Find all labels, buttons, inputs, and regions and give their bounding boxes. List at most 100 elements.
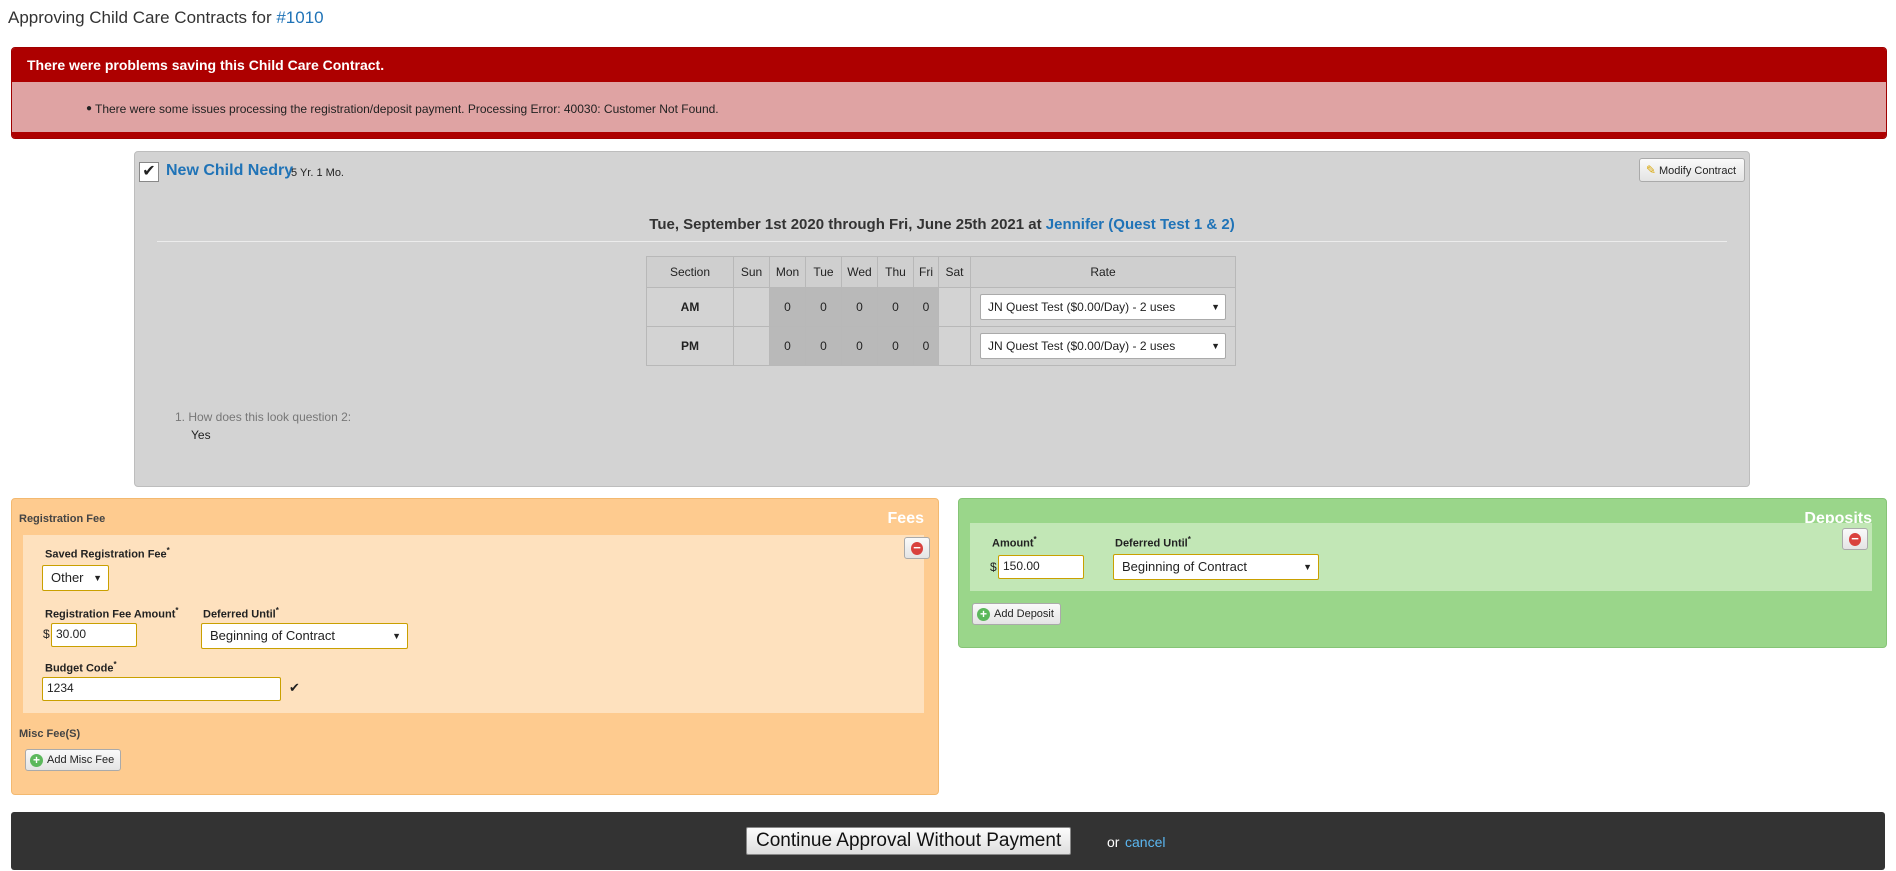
error-message-list: ● There were some issues processing the … <box>12 82 1886 116</box>
day-cell: 0 <box>913 326 939 366</box>
required-mark: * <box>1033 535 1037 544</box>
fees-panel: Fees Registration Fee Saved Registration… <box>11 498 939 795</box>
fee-deferred-label: Deferred Until* <box>203 606 279 621</box>
child-name-link[interactable]: New Child Nedry <box>166 162 293 180</box>
saved-fee-select[interactable]: Other ▼ <box>42 565 109 591</box>
fee-amount-label: Registration Fee Amount* <box>45 606 179 621</box>
rate-select-pm[interactable]: JN Quest Test ($0.00/Day) - 2 uses ▼ <box>980 333 1226 359</box>
action-bar: Continue Approval Without Payment or can… <box>11 812 1885 870</box>
minus-circle-icon: − <box>911 541 923 555</box>
child-contract-panel: ✔ New Child Nedry 5 Yr. 1 Mo. ✎ Modify Co… <box>134 151 1750 487</box>
required-mark: * <box>113 660 117 669</box>
table-row: PM 0 0 0 0 0 JN Quest Test ($0.00/Day) -… <box>646 326 1236 366</box>
modify-contract-button[interactable]: ✎ Modify Contract <box>1638 158 1745 182</box>
day-cell: 0 <box>877 326 914 366</box>
column-header: Wed <box>841 256 878 288</box>
rate-select-value: JN Quest Test ($0.00/Day) - 2 uses <box>988 339 1176 353</box>
section-cell: AM <box>646 287 734 327</box>
cancel-link[interactable]: cancel <box>1125 834 1165 850</box>
checkmark-icon: ✔ <box>142 163 156 180</box>
fee-deferred-label-text: Deferred Until <box>203 608 276 621</box>
contract-number-link[interactable]: #1010 <box>276 8 323 27</box>
contract-dates: Tue, September 1st 2020 through Fri, Jun… <box>135 216 1749 233</box>
check-icon: ✔ <box>289 680 300 695</box>
column-header: Section <box>646 256 734 288</box>
required-mark: * <box>166 546 170 555</box>
day-cell: 0 <box>841 326 878 366</box>
fee-deferred-select[interactable]: Beginning of Contract ▼ <box>201 623 408 649</box>
error-title: There were problems saving this Child Ca… <box>12 48 1886 82</box>
deposit-amount-input[interactable]: 150.00 <box>998 555 1084 579</box>
budget-code-label: Budget Code* <box>45 660 117 675</box>
day-cell: 0 <box>841 287 878 327</box>
budget-code-label-text: Budget Code <box>45 662 114 675</box>
divider <box>157 241 1727 242</box>
fees-title: Fees <box>887 510 924 527</box>
deposit-deferred-label-text: Deferred Until <box>1115 537 1188 550</box>
registration-fee-heading: Registration Fee <box>19 513 106 525</box>
question-text: 1. How does this look question 2: <box>175 410 352 424</box>
fee-amount-input[interactable]: 30.00 <box>51 623 137 647</box>
deposit-deferred-label: Deferred Until* <box>1115 535 1191 550</box>
day-cell: 0 <box>913 287 939 327</box>
child-select-checkbox[interactable]: ✔ <box>139 162 159 182</box>
day-cell <box>938 287 971 327</box>
or-text: or <box>1107 834 1120 850</box>
error-panel: There were problems saving this Child Ca… <box>11 47 1887 139</box>
required-mark: * <box>275 606 279 615</box>
table-row: AM 0 0 0 0 0 JN Quest Test ($0.00/Day) -… <box>646 287 1236 327</box>
add-misc-fee-label: Add Misc Fee <box>47 754 115 766</box>
day-cell: 0 <box>805 326 842 366</box>
dropdown-arrow-icon: ▼ <box>1211 302 1220 312</box>
add-misc-fee-button[interactable]: + Add Misc Fee <box>25 749 122 771</box>
column-header: Fri <box>913 256 939 288</box>
contract-dates-text: Tue, September 1st 2020 through Fri, Jun… <box>649 216 1046 233</box>
fee-deferred-value: Beginning of Contract <box>210 628 336 643</box>
saved-fee-label-text: Saved Registration Fee <box>45 548 167 561</box>
registration-fee-section: Saved Registration Fee* Other ▼ − Registr… <box>23 535 930 713</box>
day-cell: 0 <box>877 287 914 327</box>
deposit-amount-label: Amount* <box>992 535 1037 550</box>
dropdown-arrow-icon: ▼ <box>1303 562 1312 572</box>
error-footer-bar <box>12 132 1886 138</box>
saved-fee-value: Other <box>51 570 84 585</box>
deposit-amount-label-text: Amount <box>992 537 1034 550</box>
day-cell <box>733 326 770 366</box>
column-header: Rate <box>970 256 1236 288</box>
add-deposit-button[interactable]: + Add Deposit <box>972 603 1061 625</box>
remove-registration-fee-button[interactable]: − <box>904 537 930 559</box>
required-mark: * <box>1187 535 1191 544</box>
day-cell: 0 <box>769 326 806 366</box>
day-cell <box>733 287 770 327</box>
remove-deposit-button[interactable]: − <box>1842 528 1868 550</box>
deposits-panel: Deposits Amount* $ 150.00 Deferred Until… <box>958 498 1887 648</box>
currency-symbol: $ <box>990 560 997 574</box>
plus-circle-icon: + <box>977 607 990 621</box>
column-header: Thu <box>877 256 914 288</box>
minus-circle-icon: − <box>1849 532 1861 546</box>
currency-symbol: $ <box>43 627 50 641</box>
deposit-deferred-select[interactable]: Beginning of Contract ▼ <box>1113 554 1319 580</box>
fee-amount-label-text: Registration Fee Amount <box>45 608 176 621</box>
deposit-section: Amount* $ 150.00 Deferred Until* Beginni… <box>970 523 1872 591</box>
rate-select-value: JN Quest Test ($0.00/Day) - 2 uses <box>988 300 1176 314</box>
rate-cell: JN Quest Test ($0.00/Day) - 2 uses ▼ <box>970 326 1236 366</box>
section-cell: PM <box>646 326 734 366</box>
bullet-icon: ● <box>86 103 93 114</box>
plus-circle-icon: + <box>30 753 43 767</box>
day-cell: 0 <box>805 287 842 327</box>
answer-text: Yes <box>191 428 211 442</box>
location-link[interactable]: Jennifer (Quest Test 1 & 2) <box>1046 216 1235 233</box>
rate-select-am[interactable]: JN Quest Test ($0.00/Day) - 2 uses ▼ <box>980 294 1226 320</box>
column-header: Sun <box>733 256 770 288</box>
column-header: Mon <box>769 256 806 288</box>
add-deposit-label: Add Deposit <box>994 608 1054 620</box>
deposit-deferred-value: Beginning of Contract <box>1122 559 1248 574</box>
required-mark: * <box>175 606 179 615</box>
day-cell <box>938 326 971 366</box>
continue-approval-button[interactable]: Continue Approval Without Payment <box>746 827 1072 855</box>
dropdown-arrow-icon: ▼ <box>93 573 102 583</box>
day-cell: 0 <box>769 287 806 327</box>
budget-code-input[interactable]: 1234 <box>42 677 281 701</box>
misc-fees-heading: Misc Fee(S) <box>19 728 81 740</box>
